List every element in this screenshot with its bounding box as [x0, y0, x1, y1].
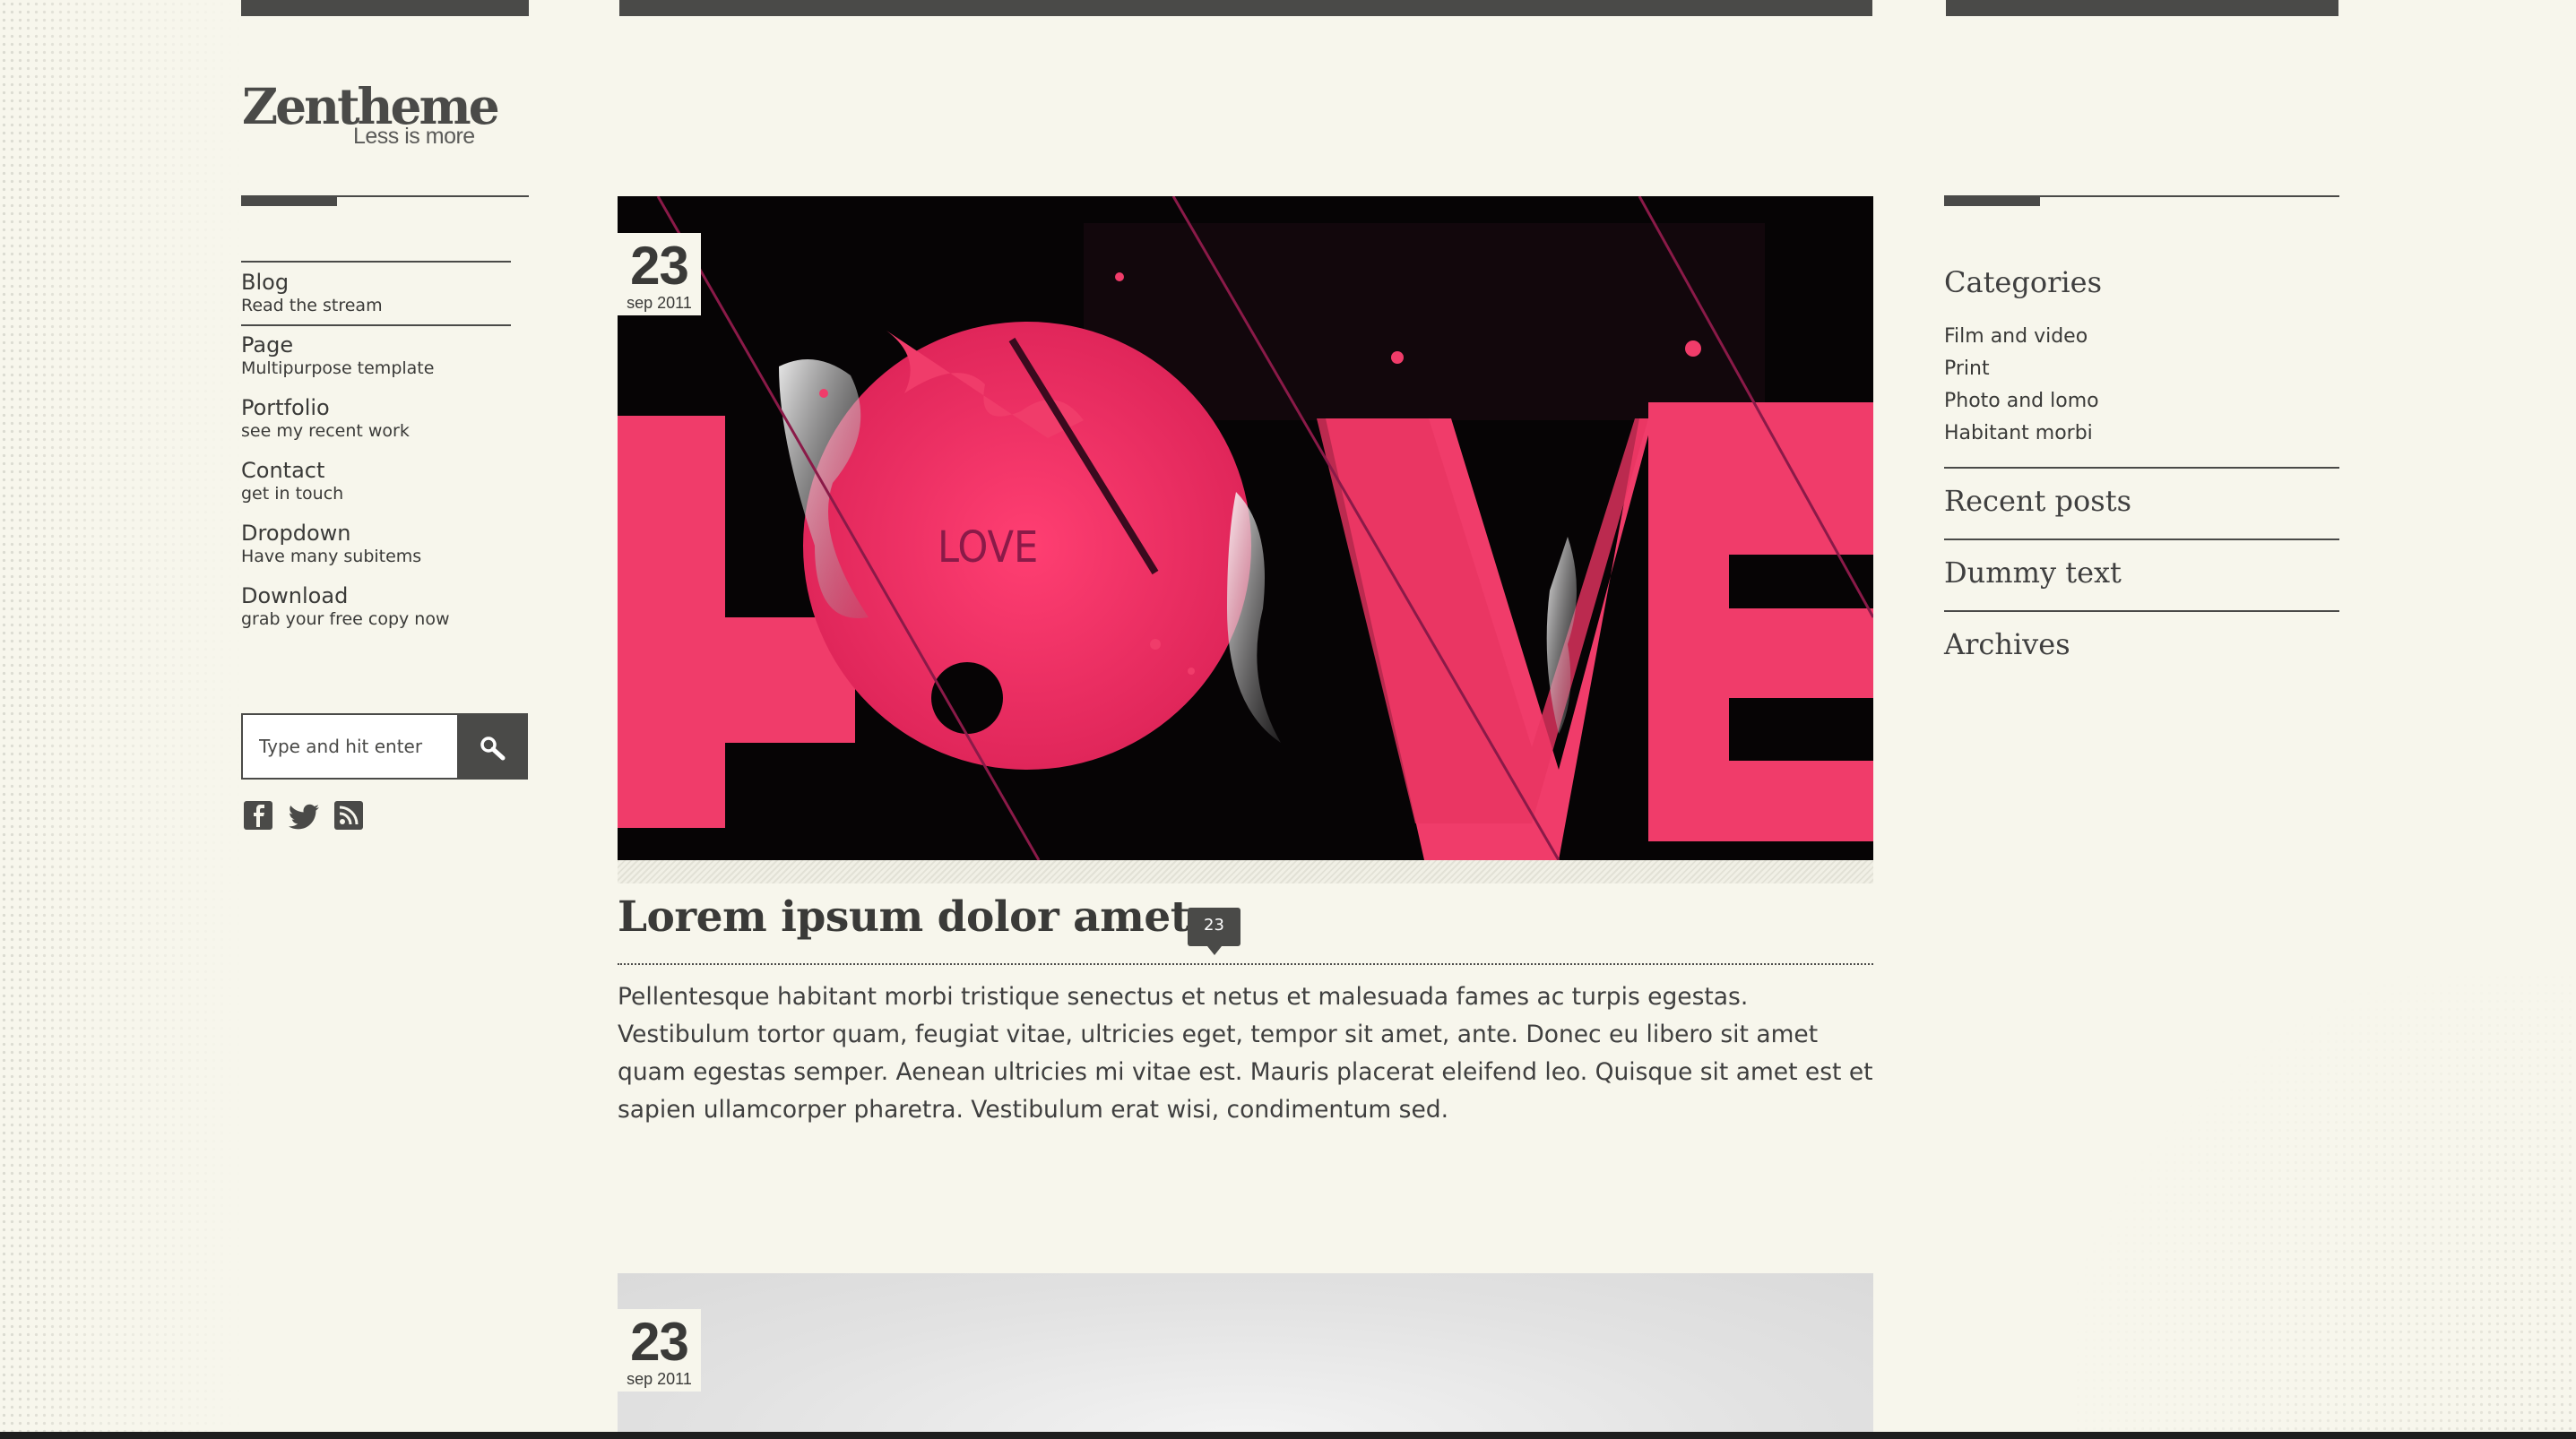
- post-date-day: 23: [630, 1312, 689, 1372]
- post-title[interactable]: Lorem ipsum dolor amet: [618, 892, 1189, 942]
- nav-item-sublabel: Have many subitems: [241, 547, 422, 566]
- top-bar-right: [1946, 0, 2338, 16]
- post-featured-image-2[interactable]: [618, 1273, 1873, 1439]
- search-button[interactable]: [459, 713, 528, 780]
- sidebar-divider: [1944, 539, 2339, 540]
- window-bottom-edge: [0, 1432, 2576, 1439]
- nav-item-contact[interactable]: Contact get in touch: [241, 452, 511, 514]
- nav-item-label: Blog: [241, 270, 290, 295]
- nav-item-dropdown[interactable]: Dropdown Have many subitems: [241, 514, 511, 577]
- post-date-2: 23 sep 2011: [618, 1309, 701, 1392]
- top-bar-left: [241, 0, 529, 16]
- post-featured-image[interactable]: LOVE: [618, 196, 1873, 860]
- nav-item-download[interactable]: Download grab your free copy now: [241, 577, 511, 640]
- nav-item-sublabel: Read the stream: [241, 296, 383, 315]
- post-date: 23 sep 2011: [618, 233, 701, 315]
- nav-item-sublabel: Multipurpose template: [241, 358, 435, 378]
- search-input[interactable]: [241, 713, 459, 780]
- post-title-rule: [618, 963, 1873, 965]
- image-hatch-divider: [618, 860, 1873, 883]
- post-date-month: sep 2011: [627, 1370, 692, 1388]
- post-date-month: sep 2011: [627, 294, 692, 312]
- left-header-rule-accent: [241, 197, 337, 206]
- nav-item-portfolio[interactable]: Portfolio see my recent work: [241, 389, 511, 452]
- nav-item-page[interactable]: Page Multipurpose template: [241, 326, 511, 389]
- nav-item-label: Page: [241, 332, 294, 358]
- facebook-icon[interactable]: [243, 800, 273, 831]
- nav-item-sublabel: grab your free copy now: [241, 609, 450, 629]
- post-date-day: 23: [630, 236, 689, 296]
- category-item-habitant-morbi[interactable]: Habitant morbi: [1944, 418, 2099, 450]
- site-logo[interactable]: Zentheme Less is more: [242, 79, 502, 150]
- image-love-text: LOVE: [938, 522, 1038, 573]
- nav-item-blog[interactable]: Blog Read the stream: [241, 261, 511, 326]
- rss-icon[interactable]: [333, 800, 364, 831]
- nav-item-sublabel: get in touch: [241, 484, 344, 504]
- category-item-print[interactable]: Print: [1944, 353, 2099, 385]
- right-header-rule-accent: [1944, 197, 2040, 206]
- widget-recent-posts[interactable]: Recent posts: [1944, 484, 2131, 518]
- background-dot-pattern-left: [0, 0, 242, 1439]
- twitter-icon[interactable]: [288, 800, 319, 831]
- sidebar-divider: [1944, 467, 2339, 469]
- site-tagline: Less is more: [353, 124, 475, 149]
- sidebar-divider: [1944, 610, 2339, 612]
- nav-item-label: Download: [241, 583, 349, 608]
- widget-dummy-text[interactable]: Dummy text: [1944, 556, 2122, 590]
- top-bar-main: [619, 0, 1872, 16]
- post-excerpt: Pellentesque habitant morbi tristique se…: [618, 983, 1873, 1124]
- search-form: [241, 713, 528, 780]
- nav-item-label: Portfolio: [241, 395, 330, 420]
- comment-count-badge[interactable]: 23: [1188, 908, 1240, 955]
- search-icon: [480, 737, 506, 761]
- categories-title: Categories: [1944, 265, 2102, 299]
- nav-item-label: Dropdown: [241, 521, 351, 546]
- categories-list: Film and video Print Photo and lomo Habi…: [1944, 321, 2099, 450]
- category-item-photo-and-lomo[interactable]: Photo and lomo: [1944, 385, 2099, 418]
- category-item-film-and-video[interactable]: Film and video: [1944, 321, 2099, 353]
- main-navigation: Blog Read the stream Page Multipurpose t…: [241, 261, 511, 640]
- widget-archives[interactable]: Archives: [1944, 627, 2070, 661]
- background-dot-pattern-right: [2074, 973, 2576, 1439]
- nav-item-sublabel: see my recent work: [241, 421, 410, 441]
- nav-item-label: Contact: [241, 458, 325, 483]
- love-artwork: LOVE: [618, 196, 1873, 860]
